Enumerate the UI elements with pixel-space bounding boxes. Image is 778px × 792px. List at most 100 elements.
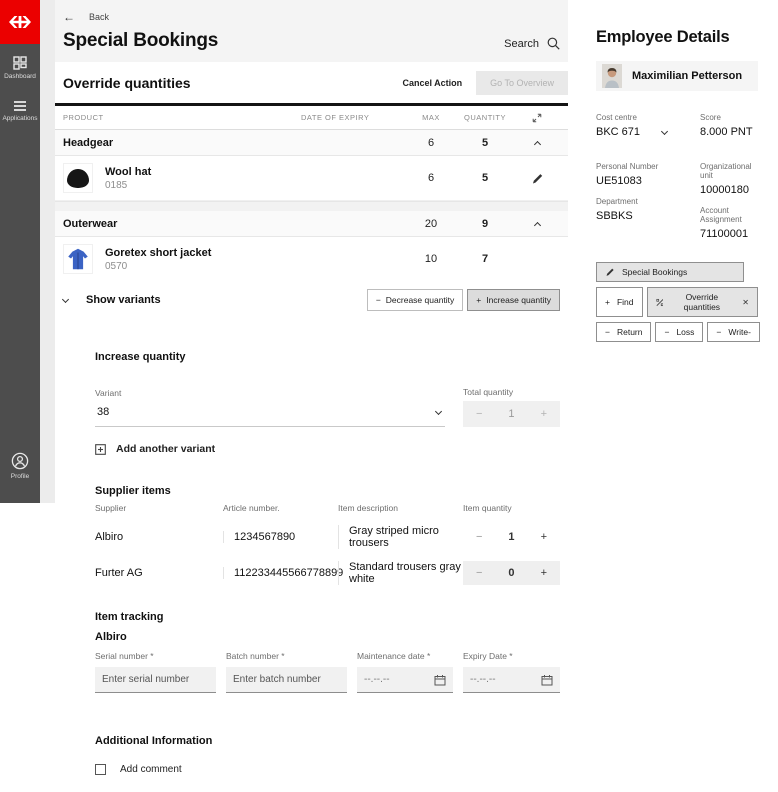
table-header: PRODUCT DATE OF EXPIRY MAX QUANTITY bbox=[55, 106, 568, 130]
close-icon[interactable]: ✕ bbox=[742, 298, 749, 307]
field-value: BKC 671 bbox=[596, 126, 641, 138]
chip-label: Find bbox=[616, 297, 634, 307]
plus-icon: + bbox=[476, 295, 482, 305]
cost-centre-select[interactable]: BKC 671 bbox=[596, 126, 700, 138]
expiry-date-label: Expiry Date * bbox=[463, 651, 513, 661]
section-gap bbox=[55, 201, 568, 211]
minus-icon: − bbox=[716, 327, 722, 337]
stepper-plus-button[interactable]: + bbox=[528, 401, 560, 427]
search-button[interactable]: Search bbox=[504, 37, 560, 52]
show-variants-toggle[interactable]: Show variants bbox=[61, 294, 161, 306]
product-code: 0570 bbox=[105, 260, 128, 272]
variant-select[interactable]: 38 bbox=[95, 398, 445, 427]
serial-number-field[interactable] bbox=[95, 667, 216, 693]
minus-icon: − bbox=[375, 295, 381, 305]
page-header: ← Back Special Bookings Search bbox=[55, 0, 568, 62]
cancel-action-button[interactable]: Cancel Action bbox=[402, 78, 462, 88]
page-title: Special Bookings bbox=[63, 30, 219, 51]
toolbar-title: Override quantities bbox=[63, 75, 191, 91]
article-number: 112233445566778899 bbox=[223, 567, 343, 579]
go-to-overview-button[interactable]: Go To Overview bbox=[476, 71, 568, 95]
expiry-date-value: --.--.-- bbox=[470, 674, 496, 685]
back-label: Back bbox=[89, 12, 110, 22]
column-product: PRODUCT bbox=[63, 113, 104, 122]
expiry-date-field[interactable]: --.--.-- bbox=[463, 667, 560, 693]
supplier-row: Albiro 1234567890 Gray striped micro tro… bbox=[95, 525, 560, 549]
variant-value: 38 bbox=[97, 406, 110, 418]
return-chip[interactable]: − Return bbox=[596, 322, 652, 342]
additional-info-title: Additional Information bbox=[95, 735, 213, 747]
supplier-items-title: Supplier items bbox=[95, 485, 171, 497]
add-comment-option[interactable]: Add comment bbox=[95, 764, 560, 775]
supplier-name: Albiro bbox=[95, 531, 124, 543]
add-another-variant-button[interactable]: Add another variant bbox=[95, 443, 560, 455]
increase-quantity-label: Increase quantity bbox=[486, 295, 551, 305]
dashboard-grid-icon bbox=[0, 56, 40, 70]
serial-number-input[interactable] bbox=[102, 674, 209, 685]
total-quantity-stepper: − 1 + bbox=[463, 401, 560, 427]
product-image bbox=[63, 163, 93, 193]
decrease-quantity-button[interactable]: − Decrease quantity bbox=[366, 289, 464, 311]
override-quantities-chip[interactable]: Override quantities ✕ bbox=[646, 287, 758, 317]
main-content: ← Back Special Bookings Search Override … bbox=[55, 0, 568, 792]
group-row-outerwear[interactable]: Outerwear 20 9 bbox=[55, 211, 568, 237]
field-value: 8.000 PNT bbox=[700, 126, 753, 138]
sidebar-item-dashboard[interactable]: Dashboard bbox=[0, 56, 40, 80]
sidebar-item-label: Profile bbox=[10, 473, 30, 480]
group-row-headgear[interactable]: Headgear 6 5 bbox=[55, 130, 568, 156]
batch-number-input[interactable] bbox=[233, 674, 340, 685]
back-button[interactable]: ← Back bbox=[63, 10, 560, 24]
chevron-up-icon[interactable] bbox=[533, 221, 541, 229]
stepper-plus-button[interactable]: + bbox=[528, 525, 560, 549]
find-chip[interactable]: + Find bbox=[596, 287, 643, 317]
calendar-icon[interactable] bbox=[541, 674, 553, 686]
checkbox-unchecked[interactable] bbox=[95, 764, 106, 775]
field-value: UE51083 bbox=[596, 175, 642, 187]
maintenance-date-field[interactable]: --.--.-- bbox=[357, 667, 453, 693]
write-off-chip[interactable]: − Write- bbox=[707, 322, 760, 342]
special-bookings-chip[interactable]: Special Bookings bbox=[596, 262, 744, 282]
batch-number-field[interactable] bbox=[226, 667, 347, 693]
stepper-minus-button[interactable]: − bbox=[463, 525, 495, 549]
wool-hat-image bbox=[67, 168, 89, 188]
stepper-minus-button[interactable]: − bbox=[463, 401, 495, 427]
field-label: Score bbox=[700, 113, 721, 122]
stepper-plus-button[interactable]: + bbox=[528, 561, 560, 585]
collapse-all-icon[interactable] bbox=[514, 113, 560, 123]
sidebar-item-applications[interactable]: Applications bbox=[0, 100, 40, 122]
chip-label: Override quantities bbox=[683, 292, 721, 312]
product-name: Goretex short jacket bbox=[105, 246, 212, 259]
article-number: 1234567890 bbox=[223, 531, 338, 543]
loss-chip[interactable]: − Loss bbox=[655, 322, 704, 342]
employee-card[interactable]: Maximilian Petterson bbox=[596, 61, 758, 91]
field-label: Account Assignment bbox=[700, 206, 742, 224]
column-max: MAX bbox=[422, 113, 440, 122]
panel-title: Employee Details bbox=[596, 28, 730, 46]
sbb-arrows-icon bbox=[9, 16, 31, 28]
table-row-wool-hat[interactable]: Wool hat 0185 6 5 bbox=[55, 156, 568, 201]
variant-label: Variant bbox=[95, 388, 122, 398]
item-quantity-value: 1 bbox=[508, 531, 515, 543]
minus-icon: − bbox=[664, 327, 670, 337]
stepper-minus-button[interactable]: − bbox=[463, 561, 495, 585]
calendar-icon[interactable] bbox=[434, 674, 446, 686]
back-arrow-icon: ← bbox=[63, 10, 75, 24]
item-quantity-value: 0 bbox=[508, 567, 515, 579]
chevron-down-icon bbox=[434, 407, 443, 415]
item-description: Standard trousers gray white bbox=[338, 561, 463, 585]
form-title: Increase quantity bbox=[95, 351, 186, 363]
avatar bbox=[602, 64, 622, 88]
applications-menu-icon bbox=[0, 100, 40, 112]
group-quantity: 9 bbox=[481, 217, 489, 230]
sbb-logo[interactable] bbox=[0, 0, 40, 44]
sidebar-item-profile[interactable]: Profile bbox=[0, 452, 40, 480]
group-max: 20 bbox=[424, 217, 438, 230]
field-label: Cost centre bbox=[596, 113, 637, 122]
chevron-up-icon[interactable] bbox=[533, 140, 541, 148]
item-tracking-title: Item tracking bbox=[95, 611, 164, 623]
serial-number-label: Serial number * bbox=[95, 651, 154, 661]
edit-pencil-icon[interactable] bbox=[531, 172, 544, 185]
table-row-goretex-jacket[interactable]: Goretex short jacket 0570 10 7 bbox=[55, 237, 568, 281]
increase-quantity-button[interactable]: + Increase quantity bbox=[467, 289, 560, 311]
increase-quantity-form: Increase quantity Variant 38 Total quant… bbox=[55, 351, 568, 792]
